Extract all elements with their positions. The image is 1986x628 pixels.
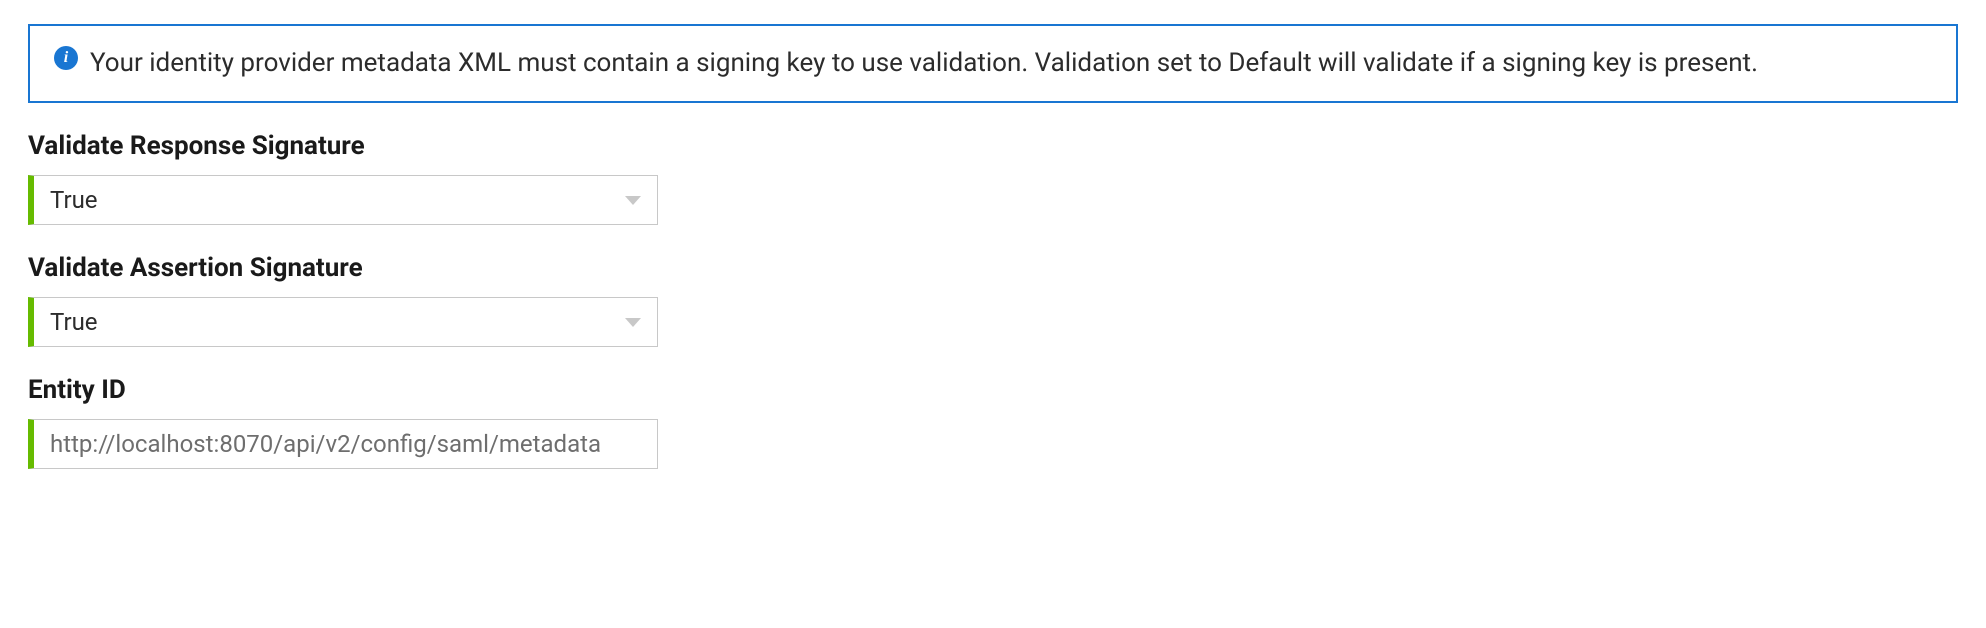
validate-assertion-signature-select[interactable]: True [28, 297, 658, 347]
validate-response-signature-label: Validate Response Signature [28, 131, 1958, 161]
validate-assertion-signature-value: True [50, 308, 625, 336]
validate-assertion-signature-label: Validate Assertion Signature [28, 253, 1958, 283]
validate-response-signature-select[interactable]: True [28, 175, 658, 225]
chevron-down-icon [625, 318, 641, 327]
validate-response-signature-value: True [50, 186, 625, 214]
entity-id-input-wrap [28, 419, 658, 469]
info-icon: i [54, 44, 78, 70]
info-message: Your identity provider metadata XML must… [90, 44, 1758, 83]
info-box: i Your identity provider metadata XML mu… [28, 24, 1958, 103]
validate-response-signature-group: Validate Response Signature True [28, 131, 1958, 225]
chevron-down-icon [625, 196, 641, 205]
entity-id-input[interactable] [50, 430, 641, 458]
entity-id-group: Entity ID [28, 375, 1958, 469]
entity-id-label: Entity ID [28, 375, 1958, 405]
validate-assertion-signature-group: Validate Assertion Signature True [28, 253, 1958, 347]
